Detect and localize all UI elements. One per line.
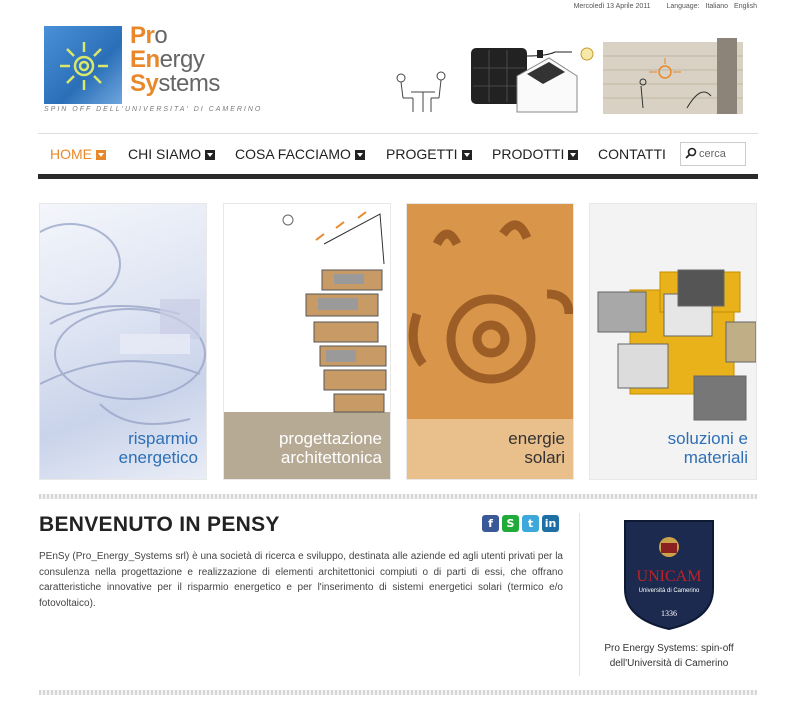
brick-wall-illustration — [603, 38, 743, 114]
tile-label-progettazione: progettazione architettonica — [278, 429, 382, 467]
tile-progettazione-architettonica[interactable]: progettazione architettonica — [223, 203, 391, 480]
sun-icon — [60, 42, 108, 90]
search-input[interactable]: cerca — [699, 148, 726, 160]
nav-chi-siamo[interactable]: CHI SIAMO — [128, 146, 216, 162]
seal-year: 1336 — [661, 609, 677, 618]
logo-tagline: SPIN OFF DELL'UNIVERSITA' DI CAMERINO — [44, 106, 263, 113]
social-links: f St in — [482, 514, 562, 532]
nav-chi-siamo-label: CHI SIAMO — [128, 146, 202, 162]
site-logo[interactable]: Pro Energy Systems SPIN OFF DELL'UNIVERS… — [44, 24, 260, 116]
footer-divider — [39, 690, 757, 695]
seal-name: UNICAM — [637, 568, 702, 585]
language-english-link[interactable]: English — [734, 3, 757, 10]
logo-rest-o: o — [154, 22, 168, 49]
logo-initial-en: En — [130, 46, 160, 73]
nav-progetti-label: PROGETTI — [386, 146, 458, 162]
dropdown-caret-icon — [461, 150, 472, 161]
sidebar-caption: Pro Energy Systems: spin-off dell'Univer… — [580, 641, 758, 671]
logo-initial-pr: Pr — [130, 22, 155, 49]
nav-contatti[interactable]: CONTATTI — [598, 146, 666, 162]
nav-progetti[interactable]: PROGETTI — [386, 146, 472, 162]
nav-contatti-label: CONTATTI — [598, 146, 666, 162]
logo-rest-ergy: ergy — [159, 46, 205, 73]
page-title: BENVENUTO IN PENSY — [39, 513, 280, 536]
nav-prodotti[interactable]: PRODOTTI — [492, 146, 579, 162]
tile-label-energie: energie solari — [508, 429, 565, 467]
nav-home[interactable]: HOME — [50, 146, 106, 162]
logo-initial-sy: Sy — [130, 70, 159, 97]
language-italiano-link[interactable]: Italiano — [706, 3, 729, 10]
sidebar-panel: UNICAM Università di Camerino 1336 Pro E… — [579, 513, 757, 676]
search-icon — [685, 147, 697, 159]
current-date: Mercoledì 13 Aprile 2011 — [573, 3, 651, 10]
unicam-shield-logo[interactable]: UNICAM Università di Camerino 1336 — [623, 519, 715, 631]
skype-icon[interactable]: S — [502, 515, 519, 532]
dropdown-caret-icon — [568, 150, 579, 161]
nav-cosa-facciamo[interactable]: COSA FACCIAMO — [235, 146, 365, 162]
tile-label-risparmio: risparmio energetico — [118, 429, 198, 467]
facebook-icon[interactable]: f — [482, 515, 499, 532]
dropdown-caret-icon — [354, 150, 365, 161]
logo-mark — [44, 26, 122, 104]
sidebar-caption-line1: Pro Energy Systems: spin-off — [604, 643, 734, 654]
people-at-table-illustration — [396, 71, 446, 112]
sidebar-caption-line2: dell'Università di Camerino — [609, 658, 729, 669]
section-divider — [39, 494, 757, 499]
nav-home-label: HOME — [50, 146, 92, 162]
seal-subtitle: Università di Camerino — [639, 588, 700, 594]
logo-rest-stems: stems — [158, 70, 220, 97]
tile-label-soluzioni: soluzioni e materiali — [667, 429, 748, 467]
linkedin-icon[interactable]: in — [542, 515, 559, 532]
language-label: Language: — [666, 3, 700, 10]
tile-risparmio-energetico[interactable]: risparmio energetico — [39, 203, 207, 480]
search-box[interactable]: cerca — [680, 142, 746, 166]
dropdown-caret-icon — [205, 150, 216, 161]
main-navigation: HOME CHI SIAMO COSA FACCIAMO PROGETTI PR… — [38, 133, 758, 179]
nav-cosa-facciamo-label: COSA FACCIAMO — [235, 146, 351, 162]
tile-soluzioni-materiali[interactable]: soluzioni e materiali — [589, 203, 757, 480]
nav-prodotti-label: PRODOTTI — [492, 146, 565, 162]
logo-wordmark: Pro Energy Systems — [130, 24, 220, 96]
solar-panel-illustration — [471, 47, 594, 113]
header-illustration — [396, 38, 743, 114]
intro-paragraph: PEnSy (Pro_Energy_Systems srl) è una soc… — [39, 551, 563, 609]
top-bar: Mercoledì 13 Aprile 2011 Language: Itali… — [568, 3, 757, 10]
dropdown-caret-icon — [96, 150, 106, 161]
twitter-icon[interactable]: t — [522, 515, 539, 532]
tile-energie-solari[interactable]: energie solari — [406, 203, 574, 480]
